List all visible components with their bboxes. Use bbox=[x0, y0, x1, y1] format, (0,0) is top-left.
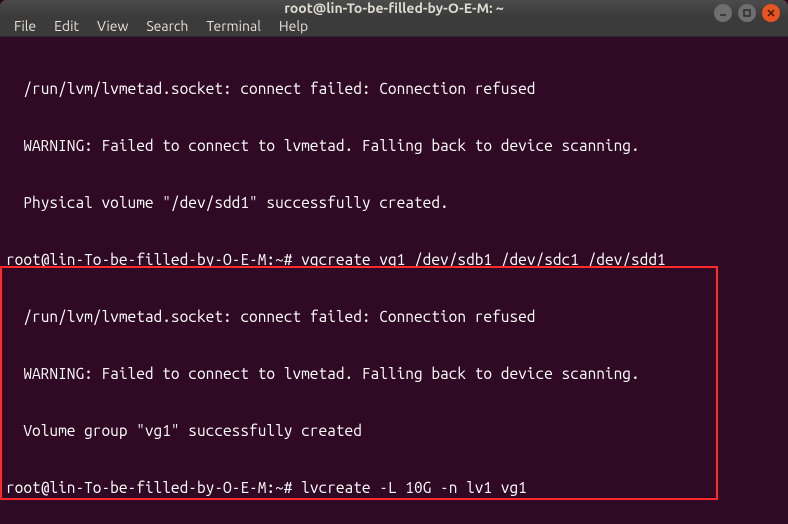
menu-search[interactable]: Search bbox=[138, 16, 196, 36]
close-icon bbox=[766, 8, 776, 18]
prompt-userhost: root@lin-To-be-filled-by-O-E-M bbox=[6, 251, 266, 268]
menu-edit[interactable]: Edit bbox=[46, 16, 87, 36]
output-line: Volume group "vg1" successfully created bbox=[6, 421, 782, 440]
annotation-highlight-box bbox=[0, 266, 718, 500]
maximize-button[interactable] bbox=[738, 4, 756, 22]
output-line: WARNING: Failed to connect to lvmetad. F… bbox=[6, 364, 782, 383]
menu-file[interactable]: File bbox=[6, 16, 44, 36]
titlebar: root@lin-To-be-filled-by-O-E-M: ~ bbox=[0, 0, 788, 16]
minimize-button[interactable] bbox=[714, 4, 732, 22]
menu-terminal[interactable]: Terminal bbox=[198, 16, 269, 36]
maximize-icon bbox=[742, 8, 752, 18]
output-line: /run/lvm/lvmetad.socket: connect failed:… bbox=[6, 307, 782, 326]
menu-view[interactable]: View bbox=[89, 16, 136, 36]
close-button[interactable] bbox=[762, 4, 780, 22]
prompt-userhost: root@lin-To-be-filled-by-O-E-M bbox=[6, 479, 266, 496]
window-title: root@lin-To-be-filled-by-O-E-M: ~ bbox=[284, 0, 504, 16]
terminal-window: root@lin-To-be-filled-by-O-E-M: ~ File E… bbox=[0, 0, 788, 524]
terminal-viewport[interactable]: /run/lvm/lvmetad.socket: connect failed:… bbox=[0, 37, 788, 524]
prompt-sep: : bbox=[266, 479, 275, 496]
command-text: vgcreate vg1 /dev/sdb1 /dev/sdc1 /dev/sd… bbox=[292, 251, 665, 268]
prompt-path: ~ bbox=[275, 479, 284, 496]
menu-help[interactable]: Help bbox=[271, 16, 316, 36]
prompt-line: root@lin-To-be-filled-by-O-E-M:~# lvcrea… bbox=[6, 478, 782, 497]
output-line: WARNING: Failed to connect to lvmetad. F… bbox=[6, 136, 782, 155]
prompt-sep: : bbox=[266, 251, 275, 268]
minimize-icon bbox=[718, 8, 728, 18]
output-line: /run/lvm/lvmetad.socket: connect failed:… bbox=[6, 79, 782, 98]
window-controls bbox=[714, 4, 780, 22]
prompt-line: root@lin-To-be-filled-by-O-E-M:~# vgcrea… bbox=[6, 250, 782, 269]
output-line: Physical volume "/dev/sdd1" successfully… bbox=[6, 193, 782, 212]
command-text: lvcreate -L 10G -n lv1 vg1 bbox=[292, 479, 526, 496]
prompt-path: ~ bbox=[275, 251, 284, 268]
menubar: File Edit View Search Terminal Help bbox=[0, 16, 788, 37]
